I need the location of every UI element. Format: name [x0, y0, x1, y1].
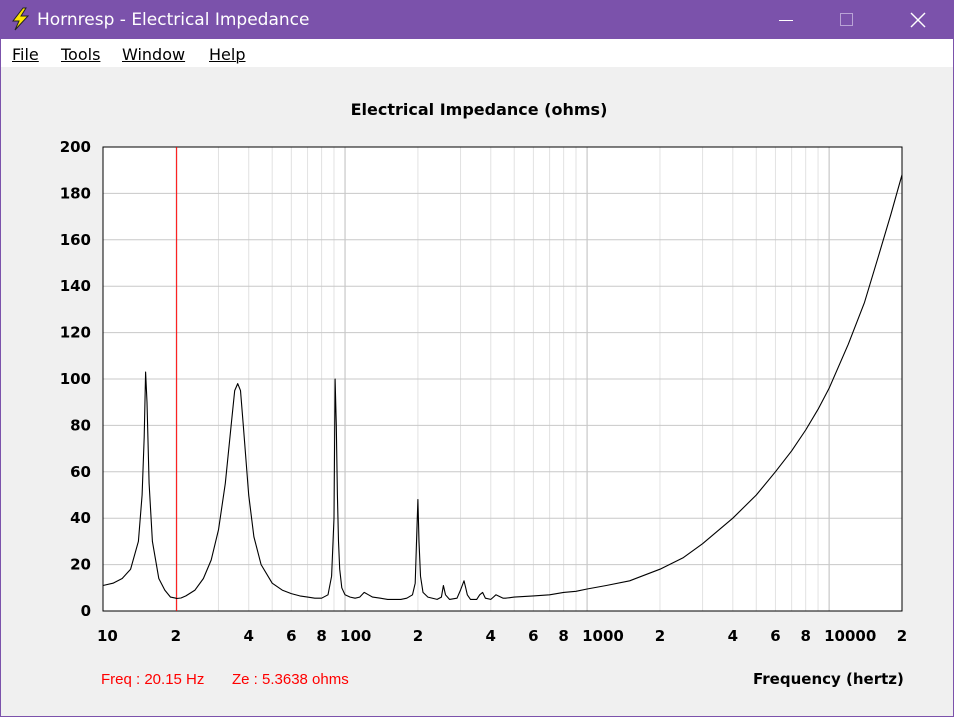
menu-tools[interactable]: Tools: [61, 45, 100, 64]
x-tick-label: 2: [655, 627, 665, 645]
x-tick-label: 2: [897, 627, 907, 645]
x-tick-label: 4: [486, 627, 496, 645]
x-tick-label: 10000: [824, 627, 876, 645]
x-tick-label: 6: [528, 627, 538, 645]
close-button[interactable]: [895, 1, 941, 39]
x-tick-label: 6: [286, 627, 296, 645]
y-tick-label: 20: [70, 556, 91, 574]
impedance-chart[interactable]: 02040608010012014016018020010 2 4 6 8 100 2 4 6 8…: [1, 67, 953, 667]
x-axis-label: Frequency (hertz): [753, 670, 904, 688]
x-tick-label: 8: [316, 627, 326, 645]
lightning-icon: [11, 7, 30, 31]
freq-readout: Freq : 20.15 Hz: [101, 671, 205, 688]
y-tick-label: 100: [60, 370, 91, 388]
maximize-button[interactable]: [824, 1, 870, 39]
y-tick-label: 180: [60, 184, 91, 202]
x-tick-label: 6: [770, 627, 780, 645]
chart-title: Electrical Impedance (ohms): [351, 100, 608, 119]
menu-file[interactable]: File: [12, 45, 39, 64]
x-tick-label: 100: [340, 627, 371, 645]
close-icon: [910, 12, 926, 28]
impedance-readout: Ze : 5.3638 ohms: [232, 671, 349, 688]
y-tick-label: 120: [60, 324, 91, 342]
menu-help[interactable]: Help: [209, 45, 245, 64]
y-tick-label: 80: [70, 416, 91, 434]
x-tick-label: 2: [413, 627, 423, 645]
y-tick-label: 40: [70, 509, 91, 527]
window-title: Hornresp - Electrical Impedance: [37, 10, 310, 30]
y-tick-label: 160: [60, 231, 91, 249]
chart-area: 0 20 40 60 80 100 120 140 160 180 200 10 2 4 6 8 100 2 4 6 8…: [1, 67, 953, 716]
minimize-icon: [779, 20, 793, 21]
y-tick-label: 140: [60, 277, 91, 295]
x-tick-label: 4: [244, 627, 254, 645]
maximize-icon: [840, 13, 853, 26]
title-bar[interactable]: Hornresp - Electrical Impedance: [1, 1, 953, 39]
x-tick-label: 10: [97, 627, 118, 645]
y-tick-label: 60: [70, 463, 91, 481]
menu-window[interactable]: Window: [122, 45, 185, 64]
y-tick-label: 200: [60, 138, 91, 156]
x-tick-label: 1000: [582, 627, 624, 645]
application-window: Hornresp - Electrical Impedance File Too…: [0, 0, 954, 717]
menu-bar: File Tools Window Help: [1, 39, 953, 67]
minimize-button[interactable]: [763, 1, 809, 39]
x-tick-label: 4: [728, 627, 738, 645]
x-tick-label: 8: [800, 627, 810, 645]
y-tick-label: 0: [81, 602, 91, 620]
x-tick-label: 8: [558, 627, 568, 645]
x-tick-label: 2: [171, 627, 181, 645]
